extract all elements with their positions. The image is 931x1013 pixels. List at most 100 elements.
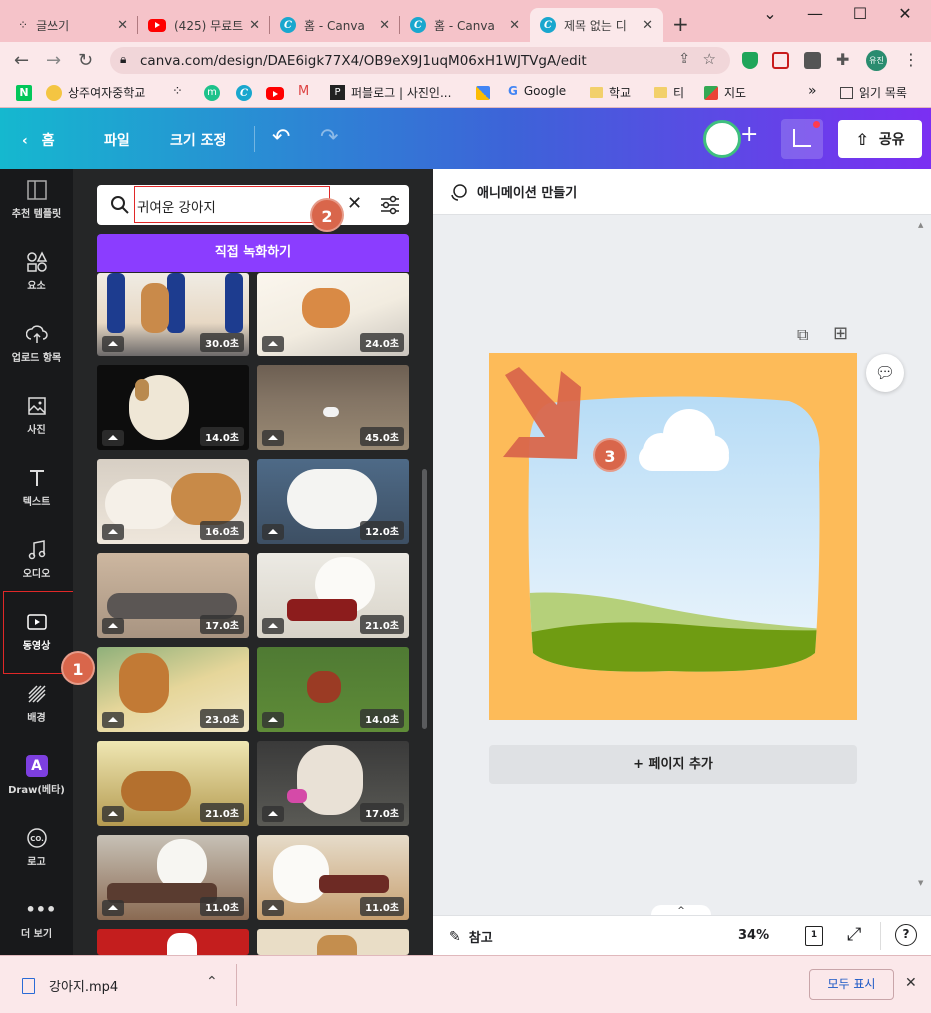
video-thumbnail[interactable]: 11.0초 xyxy=(97,835,249,920)
video-thumbnail[interactable]: 14.0초 xyxy=(97,365,249,450)
add-collaborator-button[interactable]: + xyxy=(740,122,758,147)
close-download-bar-icon[interactable]: ✕ xyxy=(905,975,917,991)
download-item[interactable]: 강아지.mp4 xyxy=(22,976,118,995)
reload-icon[interactable]: ↻ xyxy=(78,50,93,71)
duplicate-page-icon[interactable]: ⧉ xyxy=(797,325,808,345)
sidebar-item-elements[interactable]: 요소 xyxy=(0,251,73,292)
profile-avatar[interactable]: 유진 xyxy=(866,50,887,71)
video-thumbnail[interactable]: 11.0초 xyxy=(257,835,409,920)
sidebar-label: 업로드 항목 xyxy=(11,353,62,364)
shield-extension-icon[interactable] xyxy=(742,52,758,69)
m-app-icon[interactable]: m xyxy=(204,85,220,101)
education-icon xyxy=(102,336,124,352)
editor-scrollbar[interactable]: ▲ ▼ xyxy=(918,219,927,889)
google-ads-icon[interactable] xyxy=(476,86,490,100)
tab-4[interactable]: C 홈 - Canva ✕ xyxy=(400,8,530,42)
back-icon[interactable]: ← xyxy=(14,50,29,71)
bookmark-google[interactable]: G Google xyxy=(508,84,566,98)
video-thumbnail[interactable]: 23.0초 xyxy=(97,647,249,732)
sidebar-item-uploads[interactable]: 업로드 항목 xyxy=(0,323,73,364)
sidebar-item-more[interactable]: ••• 더 보기 xyxy=(0,899,73,940)
add-page-icon[interactable]: ⊞ xyxy=(833,323,848,344)
video-thumbnail[interactable]: 17.0초 xyxy=(257,741,409,826)
tab-1[interactable]: ⁘ 글쓰기 ✕ xyxy=(8,8,138,42)
video-thumbnail[interactable]: 14.0초 xyxy=(257,647,409,732)
video-thumbnail[interactable]: 45.0초 xyxy=(257,365,409,450)
file-menu[interactable]: 파일 xyxy=(104,130,130,150)
forward-icon[interactable]: → xyxy=(46,50,61,71)
page-count-button[interactable]: 1 xyxy=(805,926,823,946)
video-thumbnail[interactable]: 16.0초 xyxy=(97,459,249,544)
youtube-icon[interactable] xyxy=(266,87,284,100)
video-thumbnail[interactable]: 21.0초 xyxy=(97,741,249,826)
puzzle-icon[interactable]: ✚ xyxy=(836,50,849,69)
kebab-menu-icon[interactable]: ⋮ xyxy=(903,50,919,69)
star-icon[interactable]: ☆ xyxy=(703,50,716,68)
close-tab-icon[interactable]: ✕ xyxy=(379,18,390,33)
redo-icon[interactable]: ↷ xyxy=(320,125,338,150)
tab-3[interactable]: C 홈 - Canva ✕ xyxy=(270,8,400,42)
naver-icon[interactable]: N xyxy=(16,85,32,101)
user-avatar[interactable] xyxy=(703,120,741,158)
bookmark-folder-ti[interactable]: 티 xyxy=(654,84,684,101)
clear-search-icon[interactable]: ✕ xyxy=(347,193,362,214)
bookmark-folder-school[interactable]: 학교 xyxy=(590,84,631,101)
notes-button[interactable]: ✎ 참고 xyxy=(449,927,493,947)
filter-icon[interactable] xyxy=(379,194,401,216)
minimize-icon[interactable]: — xyxy=(800,4,830,23)
video-thumbnail[interactable]: 12.0초 xyxy=(257,459,409,544)
extension-icon[interactable] xyxy=(772,52,789,69)
sidebar-item-audio[interactable]: 오디오 xyxy=(0,539,73,580)
sidebar-item-backgrounds[interactable]: 배경 xyxy=(0,683,73,724)
video-thumbnail[interactable] xyxy=(257,929,409,955)
new-tab-button[interactable]: + xyxy=(672,12,689,36)
video-thumbnail[interactable]: 21.0초 xyxy=(257,553,409,638)
video-thumbnail[interactable]: 30.0초 xyxy=(97,273,249,356)
sidebar-item-photos[interactable]: 사진 xyxy=(0,395,73,436)
comment-add-icon[interactable]: 💬︎ xyxy=(866,354,904,392)
video-thumbnail[interactable] xyxy=(97,929,249,955)
canva-icon[interactable]: C xyxy=(236,85,252,101)
extension-icon[interactable] xyxy=(804,52,821,69)
close-tab-icon[interactable]: ✕ xyxy=(117,18,128,33)
sidebar-item-logo[interactable]: CO. 로고 xyxy=(0,827,73,868)
panel-scrollbar[interactable] xyxy=(422,469,427,729)
tab-5-active[interactable]: C 제목 없는 디 ✕ xyxy=(530,8,663,42)
share-page-icon[interactable]: ⇪ xyxy=(678,51,690,67)
sidebar-item-text[interactable]: 텍스트 xyxy=(0,467,73,508)
insights-button[interactable] xyxy=(781,119,823,159)
bookmark-blog[interactable]: P 퍼블로그 | 사진인... xyxy=(330,84,451,101)
video-thumbnail[interactable]: 24.0초 xyxy=(257,273,409,356)
url-field[interactable]: 🔒︎ canva.com/design/DAE6igk77X4/OB9eX9J1… xyxy=(110,47,730,74)
sidebar-item-draw[interactable]: A Draw(베타) xyxy=(0,755,73,796)
chevron-up-icon[interactable]: ⌃ xyxy=(206,974,218,990)
reading-list-button[interactable]: 읽기 목록 xyxy=(840,84,907,101)
zoom-level[interactable]: 34% xyxy=(738,928,769,943)
record-yourself-button[interactable]: 직접 녹화하기 xyxy=(97,234,409,272)
bookmark-school[interactable]: 상주여자중학교 xyxy=(46,84,145,101)
design-canvas[interactable] xyxy=(489,353,857,720)
resize-button[interactable]: 크기 조정 xyxy=(170,130,226,150)
close-tab-icon[interactable]: ✕ xyxy=(249,18,260,33)
animate-button[interactable]: 애니메이션 만들기 xyxy=(449,182,577,201)
tab-2[interactable]: (425) 무료트 ✕ xyxy=(138,8,270,42)
help-button[interactable]: ? xyxy=(895,924,917,946)
bookmarks-more-button[interactable]: » xyxy=(808,83,817,99)
show-all-button[interactable]: 모두 표시 xyxy=(809,969,894,1000)
video-thumbnail[interactable]: 17.0초 xyxy=(97,553,249,638)
sidebar-item-templates[interactable]: 추천 템플릿 xyxy=(0,179,73,220)
close-tab-icon[interactable]: ✕ xyxy=(642,18,653,33)
home-button[interactable]: ‹ 홈 xyxy=(22,130,55,150)
fullscreen-icon[interactable]: ⤢ xyxy=(847,924,861,945)
close-window-icon[interactable]: ✕ xyxy=(890,4,920,23)
tab-search-icon[interactable]: ⌄ xyxy=(755,4,785,23)
bookmark-maps[interactable]: 지도 xyxy=(704,84,746,101)
reading-list-icon xyxy=(840,86,853,99)
share-button[interactable]: ⇧ 공유 xyxy=(838,120,922,158)
close-tab-icon[interactable]: ✕ xyxy=(509,18,520,33)
undo-icon[interactable]: ↶ xyxy=(272,125,290,150)
maximize-icon[interactable]: ☐ xyxy=(845,4,875,23)
add-page-button[interactable]: + 페이지 추가 xyxy=(489,745,857,784)
grid-icon[interactable]: ⁘ xyxy=(172,84,183,99)
gmail-icon[interactable]: M xyxy=(298,84,309,99)
